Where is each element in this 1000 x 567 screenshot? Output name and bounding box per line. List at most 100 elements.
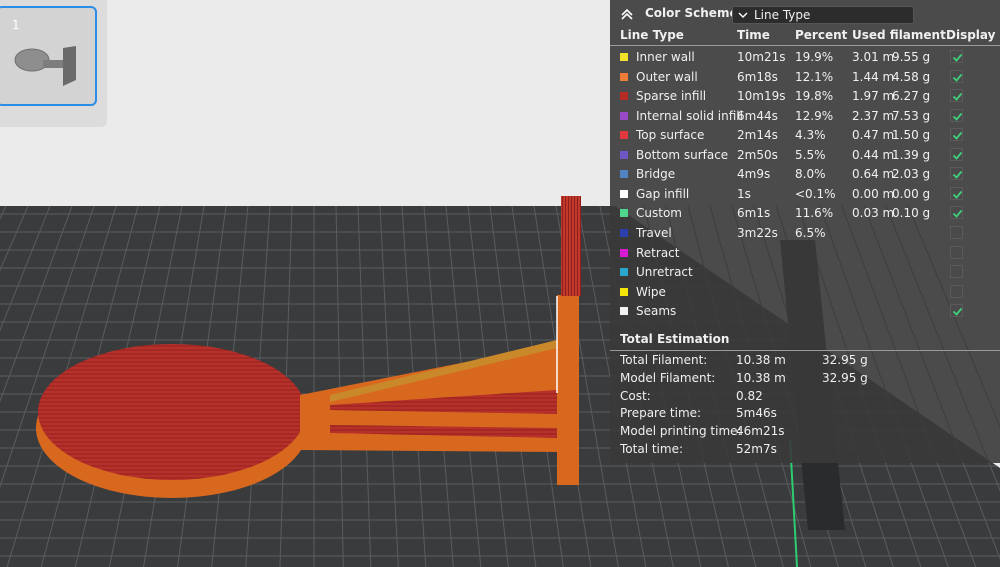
line-type-name: Seams — [636, 304, 677, 319]
color-scheme-dropdown[interactable]: Line Type — [732, 6, 914, 24]
line-type-row[interactable]: Unretract — [610, 263, 1000, 283]
total-label: Model Filament: — [620, 370, 716, 385]
total-label: Total time: — [620, 442, 683, 456]
line-type-percent: 8.0% — [795, 167, 826, 182]
line-type-name: Internal solid infill — [636, 108, 743, 123]
line-type-row[interactable]: Outer wall 6m18s 12.1% 1.44 m 4.58 g — [610, 68, 1000, 88]
line-type-row[interactable]: Travel 3m22s 6.5% — [610, 224, 1000, 244]
color-scheme-title: Color Scheme — [645, 6, 738, 20]
model-post — [557, 295, 579, 485]
total-value: 0.82 — [736, 388, 763, 403]
line-type-percent: 11.6% — [795, 206, 834, 221]
collapse-chevron-up-icon[interactable] — [618, 5, 636, 23]
line-type-color-swatch — [620, 287, 628, 296]
line-type-percent: 19.9% — [795, 50, 834, 64]
header-divider — [610, 45, 1000, 46]
line-type-meters: 3.01 m — [852, 50, 895, 64]
plate-thumbnail[interactable]: 1 — [0, 6, 97, 106]
total-value: 46m21s — [736, 424, 785, 439]
line-type-color-swatch — [620, 92, 628, 101]
line-type-meters: 0.64 m — [852, 167, 895, 182]
total-estimation-row: Prepare time: 5m46s — [620, 406, 1000, 424]
line-type-percent: 6.5% — [795, 225, 826, 240]
line-type-color-swatch — [620, 189, 628, 198]
display-checkbox[interactable] — [950, 245, 963, 259]
total-value: 52m7s — [736, 442, 777, 456]
display-checkbox[interactable] — [950, 265, 963, 279]
line-type-meters: 0.47 m — [852, 128, 895, 143]
display-checkbox[interactable] — [950, 108, 963, 122]
display-checkbox[interactable] — [950, 167, 963, 181]
display-checkbox[interactable] — [950, 50, 963, 63]
line-type-time: 6m18s — [737, 69, 778, 84]
checkmark-icon — [952, 53, 963, 62]
column-header-time: Time — [737, 28, 770, 42]
total-label: Prepare time: — [620, 406, 702, 421]
line-type-color-swatch — [620, 307, 628, 316]
line-type-time: 6m1s — [737, 206, 771, 221]
line-type-percent: 5.5% — [795, 147, 826, 162]
display-checkbox[interactable] — [950, 206, 963, 220]
checkmark-icon — [952, 190, 963, 199]
line-type-time: 1s — [737, 186, 751, 201]
checkmark-icon — [952, 210, 963, 219]
line-type-row[interactable]: Inner wall 10m21s 19.9% 3.01 m 9.55 g — [610, 48, 1000, 68]
line-type-percent: 12.1% — [795, 69, 834, 84]
line-type-name: Bridge — [636, 167, 676, 182]
plate-list-panel: 1 — [0, 0, 107, 127]
display-checkbox[interactable] — [950, 186, 963, 200]
line-type-row[interactable]: Bridge 4m9s 8.0% 0.64 m 2.03 g — [610, 165, 1000, 185]
line-type-name: Outer wall — [636, 69, 698, 84]
plate-number: 1 — [12, 18, 20, 32]
line-type-time: 10m19s — [737, 89, 786, 104]
line-type-grams: 9.55 g — [892, 50, 931, 64]
line-type-meters: 1.44 m — [852, 69, 895, 84]
column-header-used-filament: Used filament — [852, 28, 946, 42]
line-type-row[interactable]: Internal solid infill 6m44s 12.9% 2.37 m 7.5… — [610, 107, 1000, 127]
line-type-row[interactable]: Gap infill 1s <0.1% 0.00 m 0.00 g — [610, 185, 1000, 205]
legend-header: Color Scheme Line Type — [610, 0, 1000, 28]
display-checkbox[interactable] — [950, 89, 963, 103]
line-type-name: Wipe — [636, 284, 666, 299]
line-type-color-swatch — [620, 248, 628, 257]
line-type-row[interactable]: Top surface 2m14s 4.3% 0.47 m 1.50 g — [610, 126, 1000, 146]
chevron-down-icon — [738, 12, 748, 18]
line-type-grams: 1.39 g — [892, 147, 931, 162]
line-type-row[interactable]: Wipe — [610, 283, 1000, 303]
line-type-grams: 0.00 g — [892, 186, 931, 201]
checkmark-icon — [952, 132, 963, 141]
line-type-name: Gap infill — [636, 186, 690, 201]
line-type-row[interactable]: Custom 6m1s 11.6% 0.03 m 0.10 g — [610, 204, 1000, 224]
total-label: Cost: — [620, 388, 651, 403]
line-type-color-swatch — [620, 228, 628, 237]
display-checkbox[interactable] — [950, 304, 963, 318]
checkmark-icon — [952, 73, 963, 82]
line-type-time: 6m44s — [737, 108, 778, 123]
line-type-row[interactable]: Retract — [610, 244, 1000, 264]
line-type-row[interactable]: Sparse infill 10m19s 19.8% 1.97 m 6.27 g — [610, 87, 1000, 107]
checkmark-icon — [952, 93, 963, 101]
line-type-percent: <0.1% — [795, 186, 836, 201]
model-post-top — [561, 196, 581, 296]
total-value: 10.38 m — [736, 370, 786, 385]
display-checkbox[interactable] — [950, 69, 963, 83]
model-base-top — [38, 344, 306, 480]
line-type-percent: 4.3% — [795, 128, 826, 143]
display-checkbox[interactable] — [950, 147, 963, 161]
display-checkbox[interactable] — [950, 284, 963, 298]
column-header-line-type: Line Type — [620, 28, 684, 42]
display-checkbox[interactable] — [950, 128, 963, 142]
line-type-grams: 4.58 g — [892, 69, 931, 84]
line-type-name: Unretract — [636, 265, 693, 280]
color-scheme-legend: Color Scheme Line Type Line Type Time Pe… — [610, 0, 1000, 463]
line-type-percent: 19.8% — [795, 89, 834, 104]
total-estimation-row: Cost: 0.82 — [620, 389, 1000, 407]
line-type-row[interactable]: Seams — [610, 302, 1000, 322]
line-type-grams: 2.03 g — [892, 167, 931, 182]
model-thumbnail-icon — [14, 46, 76, 86]
line-type-name: Travel — [636, 225, 672, 240]
line-type-row[interactable]: Bottom surface 2m50s 5.5% 0.44 m 1.39 g — [610, 146, 1000, 166]
line-type-grams: 0.10 g — [892, 206, 931, 221]
line-type-name: Custom — [636, 206, 682, 221]
display-checkbox[interactable] — [950, 225, 963, 239]
